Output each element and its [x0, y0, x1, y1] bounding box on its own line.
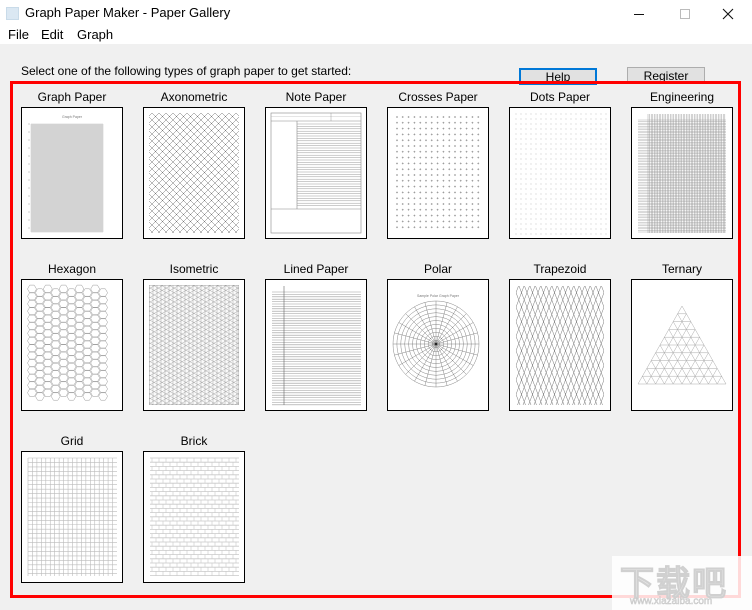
- instruction-text: Select one of the following types of gra…: [21, 64, 352, 78]
- menu-bar: File Edit Graph: [0, 26, 752, 44]
- window-title: Graph Paper Maker - Paper Gallery: [25, 5, 231, 20]
- maximize-icon: [680, 9, 690, 19]
- title-bar: Graph Paper Maker - Paper Gallery: [0, 0, 752, 28]
- watermark-url: www.xiazaiba.com: [630, 596, 713, 608]
- minimize-button[interactable]: [616, 0, 662, 28]
- minimize-icon: [634, 13, 644, 15]
- menu-graph[interactable]: Graph: [77, 27, 113, 42]
- app-icon: [6, 7, 19, 20]
- gallery-panel: Select one of the following types of gra…: [0, 44, 752, 610]
- close-button[interactable]: [705, 0, 751, 28]
- menu-edit[interactable]: Edit: [41, 27, 63, 42]
- maximize-button[interactable]: [662, 0, 708, 28]
- watermark: 下载吧 www.xiazaiba.com: [612, 556, 752, 610]
- menu-file[interactable]: File: [8, 27, 29, 42]
- close-icon: [722, 8, 734, 20]
- highlight-frame: [10, 81, 741, 598]
